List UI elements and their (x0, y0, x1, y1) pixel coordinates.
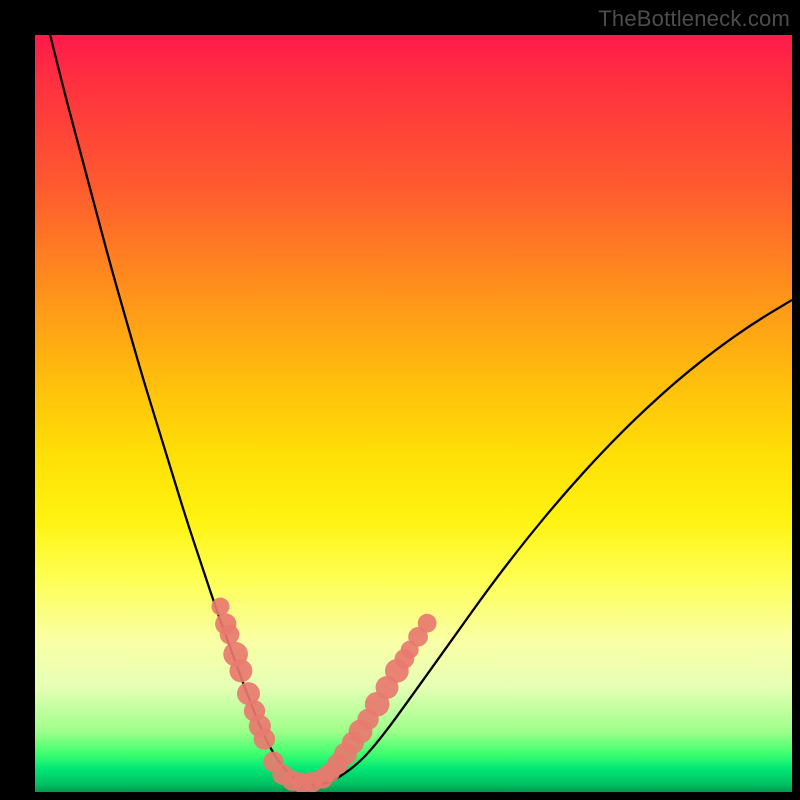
curve-svg (35, 35, 792, 792)
watermark-text: TheBottleneck.com (598, 6, 790, 32)
bottleneck-curve (35, 35, 792, 784)
curve-marker (418, 614, 437, 633)
curve-marker (254, 728, 275, 749)
plot-area (35, 35, 792, 792)
curve-marker (229, 659, 252, 682)
curve-markers (211, 598, 436, 792)
chart-frame: TheBottleneck.com (0, 0, 800, 800)
curve-marker (220, 625, 240, 645)
curve-marker (211, 598, 229, 616)
